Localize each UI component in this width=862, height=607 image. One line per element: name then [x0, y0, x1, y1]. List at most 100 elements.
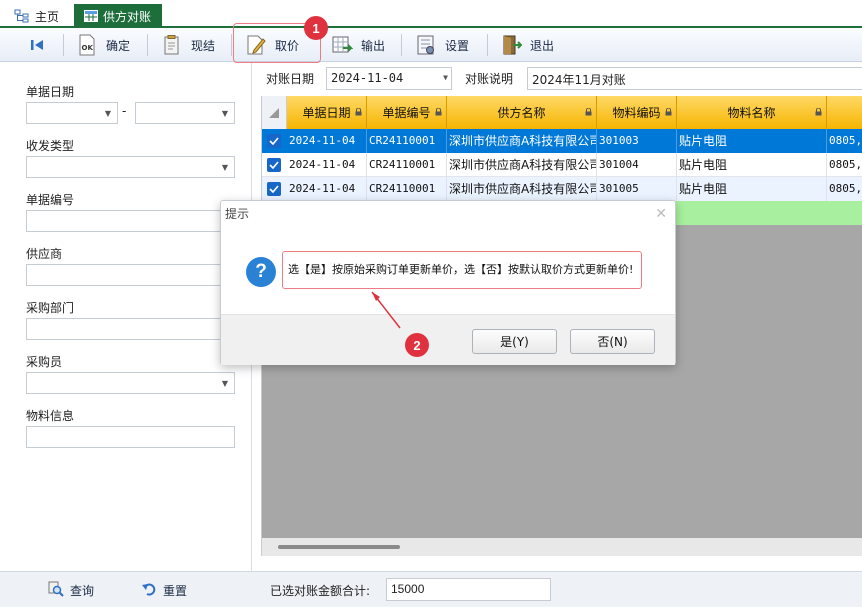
recon-date-select[interactable]: 2024-11-04 ▼ [326, 67, 452, 90]
grid-select-all[interactable] [262, 96, 287, 129]
tab-supplier-recon[interactable]: 供方对账 [74, 4, 162, 28]
purchase-dept-input[interactable] [26, 318, 235, 340]
toolbar-separator [63, 34, 64, 56]
check-icon [269, 137, 279, 145]
lock-icon [355, 108, 362, 116]
io-type-select[interactable]: ▼ [26, 156, 235, 178]
settle-button[interactable]: 现结 [161, 31, 215, 59]
cell-material-name: 贴片电阻 [677, 153, 827, 177]
table-row[interactable]: 2024-11-04 CR24110001 深圳市供应商A科技有限公司 3010… [262, 129, 862, 153]
tab-home[interactable]: 主页 [4, 4, 69, 28]
toolbar-separator [487, 34, 488, 56]
doc-no-input[interactable] [26, 210, 235, 232]
settings-sheet-icon [415, 34, 437, 56]
recon-desc-value: 2024年11月对账 [532, 73, 626, 87]
dropdown-arrow-icon: ▼ [221, 378, 229, 388]
export-sheet-icon [331, 34, 353, 56]
toolbar: OK 确定 现结 取价 输出 设置 退出 [0, 28, 862, 62]
doc-date-to-select[interactable]: ▼ [135, 102, 235, 124]
recon-date-label: 对账日期 [266, 72, 315, 86]
prompt-dialog: 提示 ✕ ? 选【是】按原始采购订单更新单价，选【否】按默认取价方式更新单价! … [220, 200, 676, 365]
clipboard-icon [161, 34, 183, 56]
doc-date-label: 单据日期 [26, 85, 75, 99]
buyer-select[interactable]: ▼ [26, 372, 235, 394]
col-header-spec[interactable] [827, 96, 862, 129]
cell-material-name: 贴片电阻 [677, 129, 827, 153]
cell-date: 2024-11-04 [287, 153, 367, 177]
step-marker-2: 2 [405, 333, 429, 357]
cell-material-code: 301005 [597, 177, 677, 201]
material-info-label: 物料信息 [26, 409, 75, 423]
dialog-title: 提示 [225, 207, 250, 221]
recon-date-value: 2024-11-04 [331, 71, 404, 85]
date-separator: - [122, 104, 127, 118]
dropdown-arrow-icon: ▼ [104, 108, 112, 118]
query-label: 查询 [70, 584, 95, 598]
col-header-date[interactable]: 单据日期 [287, 96, 367, 129]
dialog-footer: 是(Y) 否(N) [221, 314, 675, 365]
cell-doc-no: CR24110001 [367, 153, 447, 177]
tab-supplier-recon-label: 供方对账 [103, 9, 152, 24]
table-row[interactable]: 2024-11-04 CR24110001 深圳市供应商A科技有限公司 3010… [262, 177, 862, 201]
undo-icon [141, 581, 157, 600]
tab-bar: 主页 供方对账 [0, 0, 862, 28]
total-amount-value: 15000 [391, 582, 425, 596]
filter-panel: 单据日期 ▼ - ▼ 收发类型 ▼ 单据编号 供应商 采购部门 采购员 ▼ 物料… [4, 63, 252, 571]
exit-door-icon [500, 34, 522, 56]
ok-document-icon: OK [76, 34, 98, 56]
check-icon [269, 161, 279, 169]
tab-home-label: 主页 [35, 9, 60, 24]
lock-icon [665, 108, 672, 116]
purchase-dept-label: 采购部门 [26, 301, 75, 315]
close-icon[interactable]: ✕ [655, 206, 667, 222]
row-checkbox[interactable] [267, 182, 281, 196]
table-icon [84, 10, 98, 22]
cell-material-code: 301004 [597, 153, 677, 177]
recon-desc-input[interactable]: 2024年11月对账 [527, 67, 862, 90]
col-header-material-code[interactable]: 物料编码 [597, 96, 677, 129]
doc-date-from-select[interactable]: ▼ [26, 102, 118, 124]
toolbar-separator [147, 34, 148, 56]
confirm-label: 确定 [106, 38, 131, 53]
cell-supplier: 深圳市供应商A科技有限公司 [447, 177, 597, 201]
col-header-supplier-label: 供方名称 [497, 106, 546, 120]
query-button[interactable]: 查询 [48, 581, 94, 600]
row-checkbox[interactable] [267, 158, 281, 172]
toolbar-separator [401, 34, 402, 56]
step-marker-1: 1 [304, 16, 328, 40]
toolbar-separator [231, 34, 232, 56]
search-icon [48, 581, 64, 600]
export-label: 输出 [361, 38, 386, 53]
io-type-label: 收发类型 [26, 139, 75, 153]
scrollbar-thumb[interactable] [278, 545, 400, 549]
no-button[interactable]: 否(N) [570, 329, 655, 354]
dropdown-arrow-icon: ▼ [443, 73, 448, 82]
material-info-input[interactable] [26, 426, 235, 448]
total-amount-field[interactable]: 15000 [386, 578, 551, 601]
export-button[interactable]: 输出 [331, 31, 385, 59]
row-checkbox[interactable] [267, 134, 281, 148]
recon-desc-label: 对账说明 [465, 72, 514, 86]
supplier-input[interactable] [26, 264, 235, 286]
cell-supplier: 深圳市供应商A科技有限公司 [447, 129, 597, 153]
cell-doc-no: CR24110001 [367, 177, 447, 201]
question-icon: ? [246, 257, 276, 287]
table-row[interactable]: 2024-11-04 CR24110001 深圳市供应商A科技有限公司 3010… [262, 153, 862, 177]
doc-no-label: 单据编号 [26, 193, 75, 207]
exit-button[interactable]: 退出 [500, 31, 554, 59]
confirm-button[interactable]: OK 确定 [76, 31, 130, 59]
settings-label: 设置 [445, 38, 470, 53]
col-header-date-label: 单据日期 [302, 106, 351, 120]
lock-icon [585, 108, 592, 116]
cell-supplier: 深圳市供应商A科技有限公司 [447, 153, 597, 177]
settings-button[interactable]: 设置 [415, 31, 469, 59]
horizontal-scrollbar[interactable] [262, 538, 862, 556]
sitemap-icon [14, 9, 30, 23]
dropdown-arrow-icon: ▼ [221, 108, 229, 118]
yes-button[interactable]: 是(Y) [472, 329, 557, 354]
reset-button[interactable]: 重置 [141, 581, 187, 600]
col-header-doc-no[interactable]: 单据编号 [367, 96, 447, 129]
col-header-material-name[interactable]: 物料名称 [677, 96, 827, 129]
first-record-button[interactable] [26, 31, 48, 59]
col-header-supplier[interactable]: 供方名称 [447, 96, 597, 129]
